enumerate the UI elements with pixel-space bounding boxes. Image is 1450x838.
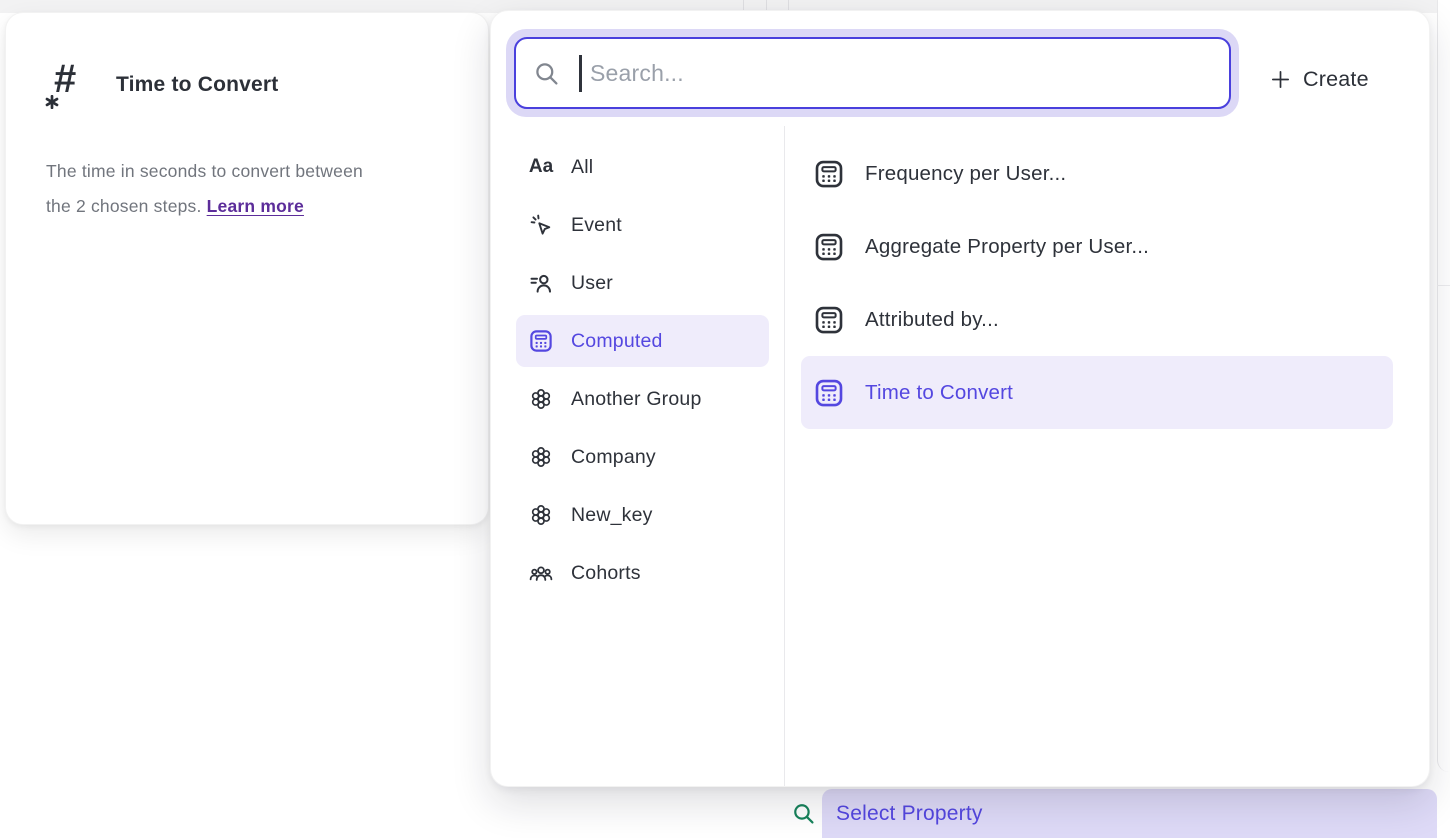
calculator-icon: [814, 159, 844, 189]
category-list: Aa All Event: [516, 141, 769, 599]
item-time-to-convert[interactable]: Time to Convert: [801, 356, 1393, 429]
text-aa-icon: Aa: [529, 155, 553, 179]
property-picker-dropdown: Create Aa All Event: [490, 10, 1430, 787]
search-input[interactable]: [516, 39, 1229, 107]
select-property-label: Select Property: [836, 802, 983, 826]
create-button[interactable]: Create: [1263, 57, 1375, 101]
hash-asterisk-icon: #: [44, 59, 96, 111]
item-frequency-per-user[interactable]: Frequency per User...: [801, 137, 1393, 210]
category-cohorts[interactable]: Cohorts: [516, 547, 769, 599]
tooltip-title: Time to Convert: [116, 73, 278, 97]
calculator-icon: [814, 232, 844, 262]
select-property-field[interactable]: Select Property: [822, 789, 1437, 838]
plus-icon: [1269, 68, 1292, 91]
search-icon: [533, 60, 560, 87]
calculator-icon: [814, 378, 844, 408]
category-new-key[interactable]: New_key: [516, 489, 769, 541]
calculator-icon: [814, 305, 844, 335]
text-cursor: [579, 55, 582, 92]
user-list-icon: [529, 271, 553, 295]
property-select-row: Select Property: [740, 786, 1437, 838]
category-event[interactable]: Event: [516, 199, 769, 251]
property-tooltip-card: # Time to Convert The time in seconds to…: [5, 12, 489, 525]
search-field[interactable]: [514, 37, 1231, 109]
category-user[interactable]: User: [516, 257, 769, 309]
item-attributed-by[interactable]: Attributed by...: [801, 283, 1393, 356]
tooltip-description: The time in seconds to convert between t…: [46, 154, 446, 224]
people-group-icon: [529, 561, 553, 585]
group-flower-icon: [529, 503, 553, 527]
category-company[interactable]: Company: [516, 431, 769, 483]
picker-divider: [784, 126, 785, 786]
category-another-group[interactable]: Another Group: [516, 373, 769, 425]
background-right-panel-edge: [1437, 0, 1450, 772]
create-button-label: Create: [1303, 67, 1369, 92]
group-flower-icon: [529, 445, 553, 469]
property-item-list: Frequency per User... Aggregate Property…: [801, 137, 1393, 429]
search-focus-halo: [506, 29, 1239, 117]
search-icon: [791, 801, 816, 826]
learn-more-link[interactable]: Learn more: [207, 196, 304, 216]
group-flower-icon: [529, 387, 553, 411]
category-computed[interactable]: Computed: [516, 315, 769, 367]
item-aggregate-property-per-user[interactable]: Aggregate Property per User...: [801, 210, 1393, 283]
tooltip-card-header: # Time to Convert: [44, 59, 278, 111]
calculator-icon: [529, 329, 553, 353]
background-divider: [1437, 285, 1450, 286]
category-all[interactable]: Aa All: [516, 141, 769, 193]
cursor-click-icon: [529, 213, 553, 237]
